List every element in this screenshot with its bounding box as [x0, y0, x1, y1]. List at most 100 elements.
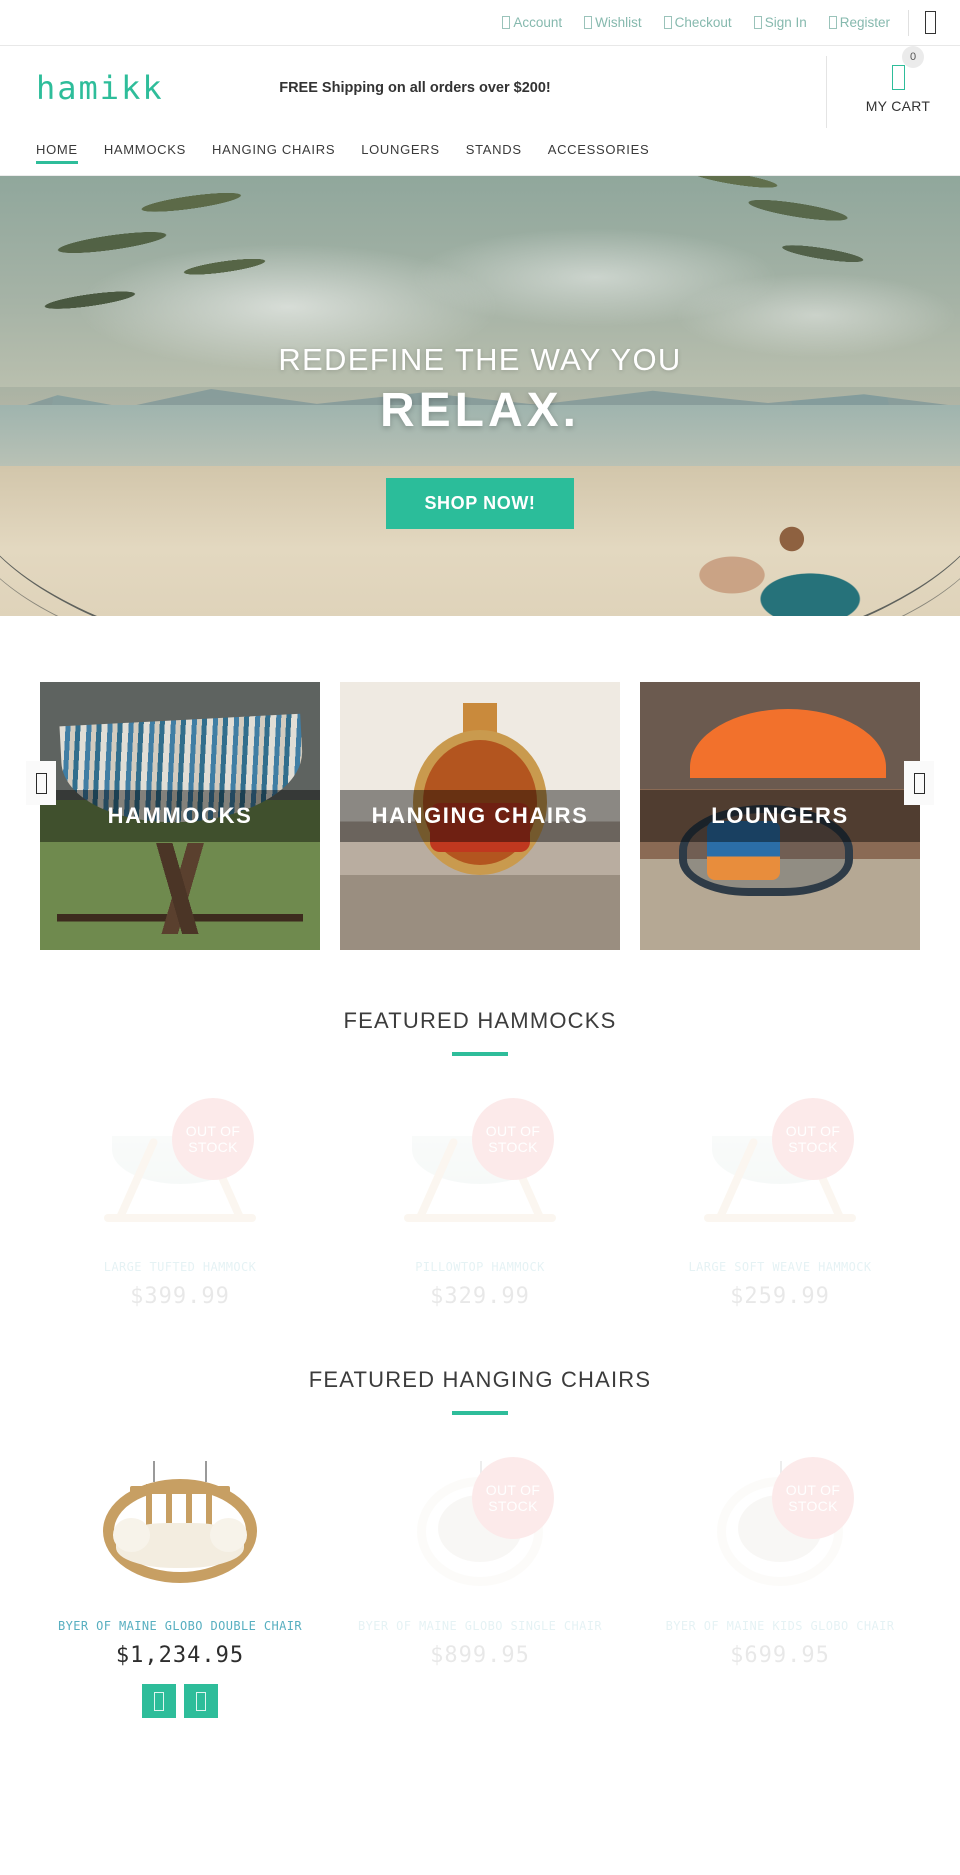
out-of-stock-badge-line1: OUT OF — [485, 1122, 541, 1139]
product-price: $399.99 — [130, 1284, 230, 1309]
category-tile-list: HAMMOCKS HANGING CHAIRS LOUNGERS — [40, 682, 920, 950]
featured-hammocks-section: FEATURED HAMMOCKS OUT OF STOCK LARGE TUF… — [0, 950, 960, 1309]
cart-icon — [891, 64, 905, 90]
cart-count-badge: 0 — [902, 46, 924, 68]
featured-hanging-chairs-section: FEATURED HANGING CHAIRS BYER OF MAINE GL… — [0, 1309, 960, 1718]
globo-chair-illustration — [96, 1461, 264, 1591]
nav-item-hammocks[interactable]: HAMMOCKS — [104, 142, 186, 164]
globo-pillow-right-art — [210, 1518, 248, 1552]
heart-icon — [584, 16, 593, 29]
product-price: $699.95 — [730, 1643, 830, 1668]
product-name[interactable]: BYER OF MAINE GLOBO DOUBLE CHAIR — [40, 1619, 320, 1633]
product-card[interactable]: OUT OF STOCK BYER OF MAINE GLOBO SINGLE … — [340, 1451, 620, 1718]
product-card[interactable]: BYER OF MAINE GLOBO DOUBLE CHAIR $1,234.… — [40, 1451, 320, 1718]
hammock-stand-art — [56, 842, 304, 934]
category-tile-loungers-label: LOUNGERS — [640, 790, 920, 842]
globo-rope-left-art — [153, 1461, 156, 1482]
topbar-link-register-label: Register — [839, 15, 890, 30]
out-of-stock-badge: OUT OF STOCK — [172, 1098, 254, 1180]
topbar-link-sign-in-label: Sign In — [764, 15, 807, 30]
featured-hanging-chairs-title: FEATURED HANGING CHAIRS — [308, 1367, 652, 1392]
category-tile-hanging-chairs[interactable]: HANGING CHAIRS — [340, 682, 620, 950]
category-tile-loungers[interactable]: LOUNGERS — [640, 682, 920, 950]
featured-hanging-chairs-products: BYER OF MAINE GLOBO DOUBLE CHAIR $1,234.… — [40, 1451, 920, 1718]
cart-label: MY CART — [865, 98, 931, 114]
topbar-divider — [908, 9, 909, 36]
cart-widget[interactable]: 0 MY CART — [826, 46, 936, 128]
cart-divider — [826, 56, 827, 128]
topbar-link-checkout[interactable]: Checkout — [663, 15, 732, 30]
product-card[interactable]: OUT OF STOCK LARGE TUFTED HAMMOCK $399.9… — [40, 1092, 320, 1309]
site-logo[interactable]: hamikk — [36, 72, 164, 104]
add-to-wishlist-icon — [196, 1691, 206, 1711]
out-of-stock-badge-line2: STOCK — [788, 1498, 838, 1514]
category-tile-hanging-chairs-label: HANGING CHAIRS — [340, 790, 620, 842]
nav-item-accessories[interactable]: ACCESSORIES — [548, 142, 650, 164]
product-name[interactable]: PILLOWTOP HAMMOCK — [340, 1260, 620, 1274]
out-of-stock-badge-line2: STOCK — [788, 1139, 838, 1155]
out-of-stock-badge-line1: OUT OF — [785, 1122, 841, 1139]
nav-item-home[interactable]: HOME — [36, 142, 78, 164]
add-to-cart-button[interactable] — [142, 1684, 176, 1718]
header-bar: hamikk FREE Shipping on all orders over … — [0, 46, 960, 130]
search-icon[interactable] — [925, 11, 936, 34]
signin-icon — [753, 16, 762, 29]
out-of-stock-badge: OUT OF STOCK — [472, 1098, 554, 1180]
category-tile-hammocks[interactable]: HAMMOCKS — [40, 682, 320, 950]
hammock-base-art — [704, 1214, 856, 1223]
cart-icon-wrapper: 0 — [860, 46, 936, 92]
topbar-link-sign-in[interactable]: Sign In — [753, 15, 807, 30]
bag-icon — [663, 16, 672, 29]
out-of-stock-badge-line1: OUT OF — [785, 1481, 841, 1498]
product-price: $1,234.95 — [115, 1643, 245, 1668]
out-of-stock-badge-line1: OUT OF — [185, 1122, 241, 1139]
hero-content: REDEFINE THE WAY YOU RELAX. SHOP NOW! — [0, 176, 960, 616]
nav-item-loungers[interactable]: LOUNGERS — [361, 142, 440, 164]
out-of-stock-badge-line2: STOCK — [188, 1139, 238, 1155]
hero-headline-emphasis: RELAX. — [379, 383, 580, 437]
topbar-link-wishlist[interactable]: Wishlist — [584, 15, 642, 30]
carousel-prev-button[interactable] — [26, 761, 56, 805]
globo-rope-right-art — [204, 1461, 207, 1482]
hero-banner: REDEFINE THE WAY YOU RELAX. SHOP NOW! — [0, 176, 960, 616]
product-card[interactable]: OUT OF STOCK BYER OF MAINE KIDS GLOBO CH… — [640, 1451, 920, 1718]
carousel-next-button[interactable] — [904, 761, 934, 805]
top-utility-bar: Account Wishlist Checkout Sign In Regist… — [0, 0, 960, 46]
product-name[interactable]: LARGE TUFTED HAMMOCK — [40, 1260, 320, 1274]
topbar-link-checkout-label: Checkout — [674, 15, 732, 30]
topbar-link-wishlist-label: Wishlist — [595, 15, 642, 30]
product-name[interactable]: BYER OF MAINE KIDS GLOBO CHAIR — [640, 1619, 920, 1633]
hammock-base-art — [404, 1214, 556, 1223]
product-card[interactable]: OUT OF STOCK PILLOWTOP HAMMOCK $329.99 — [340, 1092, 620, 1309]
umbrella-art — [690, 708, 887, 779]
category-carousel: HAMMOCKS HANGING CHAIRS LOUNGERS — [0, 616, 960, 950]
out-of-stock-badge: OUT OF STOCK — [772, 1457, 854, 1539]
out-of-stock-badge: OUT OF STOCK — [772, 1098, 854, 1180]
main-navigation: HOME HAMMOCKS HANGING CHAIRS LOUNGERS ST… — [0, 130, 960, 176]
top-utility-links: Account Wishlist Checkout Sign In Regist… — [502, 15, 890, 30]
product-image: OUT OF STOCK — [340, 1092, 620, 1242]
out-of-stock-badge-line2: STOCK — [488, 1139, 538, 1155]
nav-item-stands[interactable]: STANDS — [466, 142, 522, 164]
product-image: OUT OF STOCK — [640, 1092, 920, 1242]
topbar-link-register[interactable]: Register — [828, 15, 890, 30]
product-image: OUT OF STOCK — [640, 1451, 920, 1601]
product-price: $259.99 — [730, 1284, 830, 1309]
out-of-stock-badge-line1: OUT OF — [485, 1481, 541, 1498]
add-to-wishlist-button[interactable] — [184, 1684, 218, 1718]
product-name[interactable]: BYER OF MAINE GLOBO SINGLE CHAIR — [340, 1619, 620, 1633]
out-of-stock-badge: OUT OF STOCK — [472, 1457, 554, 1539]
product-image: OUT OF STOCK — [340, 1451, 620, 1601]
nav-item-hanging-chairs[interactable]: HANGING CHAIRS — [212, 142, 335, 164]
hero-headline-primary: REDEFINE THE WAY YOU — [278, 342, 682, 377]
topbar-link-account-label: Account — [513, 15, 563, 30]
chevron-right-icon — [913, 772, 925, 794]
topbar-link-account[interactable]: Account — [502, 15, 562, 30]
product-actions — [40, 1684, 320, 1718]
out-of-stock-badge-line2: STOCK — [488, 1498, 538, 1514]
shop-now-button[interactable]: SHOP NOW! — [386, 477, 574, 529]
product-card[interactable]: OUT OF STOCK LARGE SOFT WEAVE HAMMOCK $2… — [640, 1092, 920, 1309]
featured-hammocks-rule — [452, 1052, 508, 1056]
product-name[interactable]: LARGE SOFT WEAVE HAMMOCK — [640, 1260, 920, 1274]
add-to-cart-icon — [154, 1691, 164, 1711]
